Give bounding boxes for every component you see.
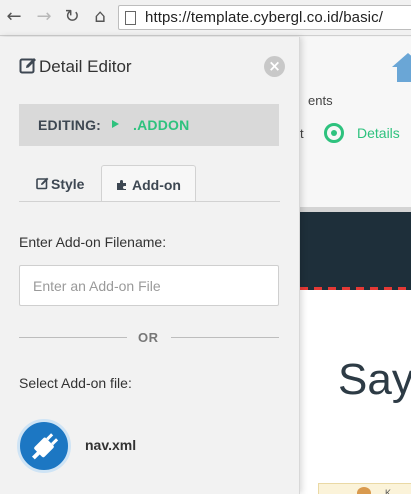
reload-icon[interactable]: ↻ (62, 7, 82, 27)
url-text: https://template.cybergl.co.id/basic/ (145, 9, 383, 26)
select-file-label: Select Add-on file: (19, 375, 132, 391)
tab-label: Style (51, 176, 85, 192)
plug-icon (17, 419, 71, 473)
background-page: ents t Details Say K (300, 37, 411, 494)
page-icon (125, 11, 136, 25)
card-illustration (357, 487, 371, 494)
home-icon (392, 53, 411, 82)
editing-indicator: EDITING: .ADDON (19, 104, 279, 146)
dark-band (300, 212, 411, 290)
edit-icon (19, 58, 36, 74)
details-link[interactable]: Details (357, 125, 400, 141)
tab-style[interactable]: Style (19, 165, 101, 202)
or-separator: OR (138, 330, 159, 345)
detail-editor-panel: Detail Editor × EDITING: .ADDON Style Ad… (0, 37, 300, 494)
background-nav-item[interactable]: ents (308, 93, 333, 108)
card-text: K (385, 488, 392, 494)
divider (19, 337, 127, 338)
editing-label: EDITING: (38, 117, 102, 133)
tab-add-on[interactable]: Add-on (101, 165, 196, 202)
radio-icon (324, 123, 344, 143)
addon-file-item[interactable]: nav.xml (17, 419, 197, 475)
divider (171, 337, 279, 338)
edit-icon (36, 177, 49, 190)
addon-filename-input[interactable] (19, 265, 279, 306)
editing-value: .ADDON (133, 117, 190, 133)
browser-toolbar: ← → ↻ ⌂ https://template.cybergl.co.id/b… (0, 0, 411, 36)
filename-label: Enter Add-on Filename: (19, 234, 167, 250)
address-bar[interactable]: https://template.cybergl.co.id/basic/ (118, 5, 411, 30)
puzzle-icon (117, 180, 126, 190)
file-name: nav.xml (85, 437, 137, 453)
arrow-right-icon[interactable]: → (34, 7, 54, 27)
background-nav-item[interactable]: t (300, 126, 304, 141)
page-heading: Say (338, 355, 411, 404)
tab-label: Add-on (132, 177, 181, 193)
content-card: K (318, 483, 411, 494)
background-header: ents t Details (300, 37, 411, 207)
arrow-left-icon[interactable]: ← (4, 7, 24, 27)
dashed-border (300, 287, 411, 290)
home-icon[interactable]: ⌂ (90, 7, 110, 27)
caret-right-icon (112, 120, 119, 128)
panel-title: Detail Editor (39, 57, 132, 76)
tabs-divider (19, 201, 280, 202)
close-icon[interactable]: × (264, 56, 285, 77)
